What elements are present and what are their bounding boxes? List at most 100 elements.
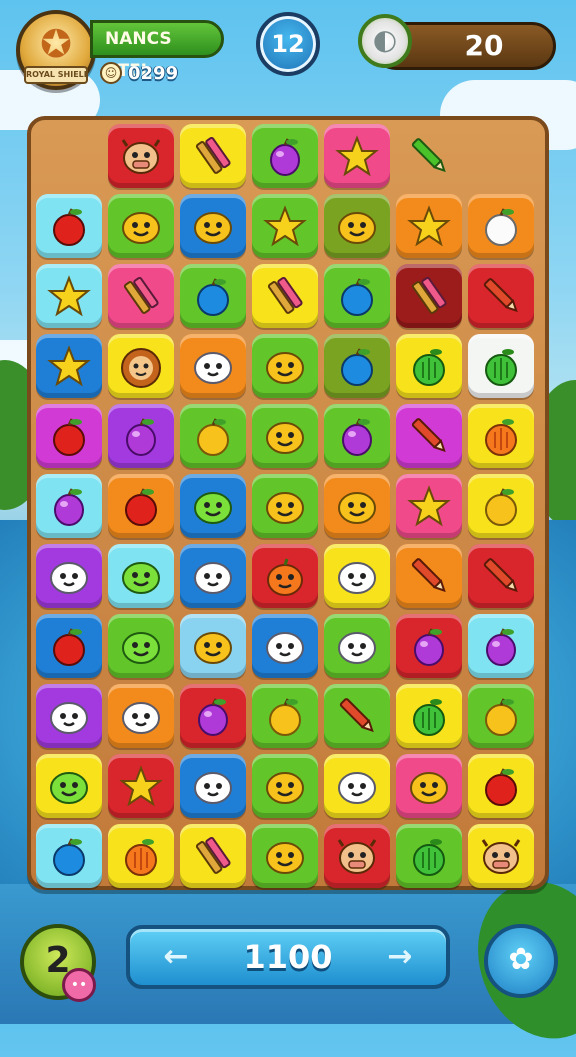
board-tile[interactable]	[252, 614, 318, 678]
board-tile[interactable]	[468, 684, 534, 748]
board-tile[interactable]	[36, 334, 102, 398]
board-tile[interactable]	[108, 614, 174, 678]
ghost-face-icon	[338, 772, 376, 804]
board-tile[interactable]	[108, 194, 174, 258]
board-tile[interactable]	[252, 544, 318, 608]
board-tile[interactable]	[324, 124, 390, 188]
board-tile[interactable]	[396, 334, 462, 398]
berry-icon	[486, 628, 516, 666]
board-tile[interactable]	[468, 544, 534, 608]
board-tile[interactable]	[180, 614, 246, 678]
board-tile[interactable]	[36, 474, 102, 538]
board-tile[interactable]	[396, 684, 462, 748]
board-tile[interactable]	[108, 474, 174, 538]
board-tile[interactable]	[324, 684, 390, 748]
board-tile[interactable]	[252, 684, 318, 748]
board-tile[interactable]	[180, 544, 246, 608]
ghost-face-icon	[266, 632, 304, 664]
blue-apple-icon	[341, 348, 373, 386]
board-tile[interactable]	[468, 754, 534, 818]
board-tile[interactable]	[180, 194, 246, 258]
ghost-face-icon	[50, 702, 88, 734]
board-tile[interactable]	[252, 264, 318, 328]
apple-icon	[53, 208, 85, 246]
board-tile[interactable]	[180, 824, 246, 888]
arrow-left-icon[interactable]: ←	[156, 937, 196, 977]
paw-icon[interactable]: ✿	[484, 924, 558, 998]
board-tile[interactable]	[324, 474, 390, 538]
board-tile[interactable]	[180, 264, 246, 328]
board-tile[interactable]	[252, 334, 318, 398]
board-tile[interactable]	[36, 754, 102, 818]
board-tile[interactable]	[108, 334, 174, 398]
board-tile[interactable]	[324, 194, 390, 258]
board-tile[interactable]	[468, 334, 534, 398]
board-tile[interactable]	[252, 824, 318, 888]
board-tile[interactable]	[36, 404, 102, 468]
board-tile[interactable]	[180, 334, 246, 398]
board-tile[interactable]	[396, 614, 462, 678]
board-tile[interactable]	[108, 544, 174, 608]
smiley-icon	[266, 772, 304, 804]
board-tile[interactable]	[324, 824, 390, 888]
board-tile[interactable]	[36, 824, 102, 888]
berry-icon	[54, 488, 84, 526]
board-tile[interactable]	[180, 124, 246, 188]
board-tile[interactable]	[468, 824, 534, 888]
board-tile[interactable]	[108, 404, 174, 468]
board-tile[interactable]	[180, 684, 246, 748]
board-tile[interactable]	[324, 754, 390, 818]
star-icon	[407, 205, 451, 247]
board-tile[interactable]	[396, 544, 462, 608]
pumpkin-icon	[267, 558, 303, 596]
board-tile[interactable]	[468, 194, 534, 258]
board-tile[interactable]	[468, 474, 534, 538]
board-tile[interactable]	[396, 824, 462, 888]
board-tile[interactable]	[36, 544, 102, 608]
board-tile[interactable]	[468, 404, 534, 468]
board-tile[interactable]	[396, 264, 462, 328]
ghost-face-icon	[338, 632, 376, 664]
board-tile[interactable]	[180, 474, 246, 538]
board-tile[interactable]	[324, 404, 390, 468]
board-tile[interactable]	[396, 474, 462, 538]
board-tile[interactable]	[252, 404, 318, 468]
board-tile[interactable]	[324, 544, 390, 608]
board-tile[interactable]	[180, 404, 246, 468]
arrow-right-icon[interactable]: →	[380, 937, 420, 977]
board-tile[interactable]	[468, 614, 534, 678]
board-tile[interactable]	[36, 684, 102, 748]
board-tile[interactable]	[108, 684, 174, 748]
pencil-icon	[483, 558, 518, 593]
board-tile[interactable]	[252, 194, 318, 258]
board-tile[interactable]	[108, 824, 174, 888]
board-tile[interactable]	[252, 474, 318, 538]
board-tile[interactable]	[396, 124, 462, 188]
board-tile[interactable]	[36, 194, 102, 258]
green-apple-icon	[413, 839, 445, 876]
board-tile[interactable]	[36, 264, 102, 328]
coin-counter: ☺ 0299	[100, 60, 178, 86]
orange-apple-icon	[125, 839, 157, 876]
board-tile[interactable]	[396, 754, 462, 818]
pencils-icon	[195, 136, 231, 174]
player-badge[interactable]: ✪ ROYAL SHIELD	[16, 10, 96, 90]
board-tile[interactable]	[36, 124, 102, 188]
pig-icon: ••	[62, 968, 96, 1002]
board-tile[interactable]	[324, 334, 390, 398]
board-tile[interactable]	[396, 404, 462, 468]
board-tile[interactable]	[180, 754, 246, 818]
board-tile[interactable]	[468, 264, 534, 328]
board-tile[interactable]	[396, 194, 462, 258]
board-tile[interactable]	[252, 124, 318, 188]
orange-apple-icon	[485, 419, 517, 456]
board-tile[interactable]	[324, 614, 390, 678]
board-tile[interactable]	[324, 264, 390, 328]
board-tile[interactable]	[108, 264, 174, 328]
board-tile[interactable]	[252, 754, 318, 818]
board-tile[interactable]	[108, 754, 174, 818]
board-tile[interactable]	[108, 124, 174, 188]
green-smiley-icon	[194, 492, 232, 524]
score-value: 20	[464, 29, 504, 62]
board-tile[interactable]	[36, 614, 102, 678]
